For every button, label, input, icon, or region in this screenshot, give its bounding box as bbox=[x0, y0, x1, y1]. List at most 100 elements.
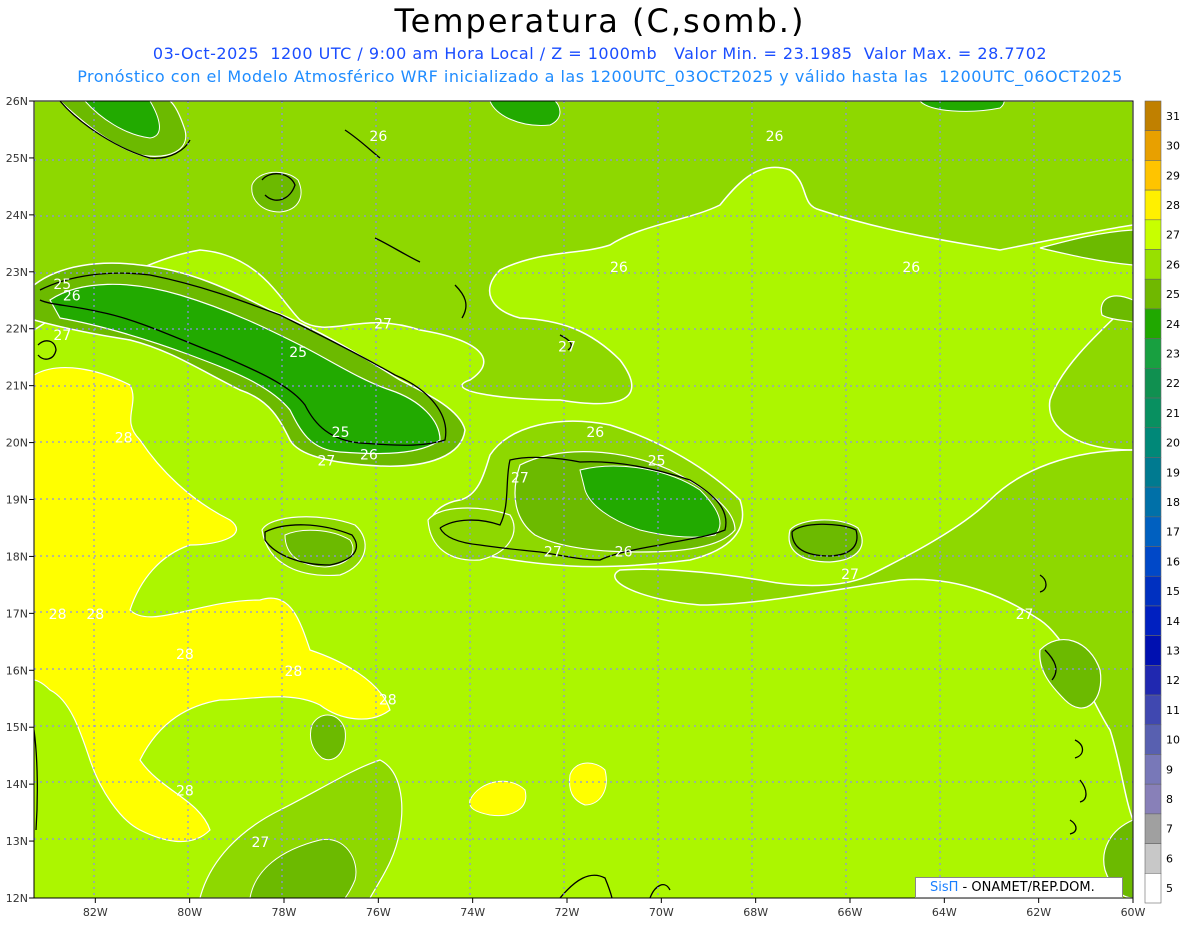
contour-label: 27 bbox=[1016, 607, 1034, 623]
colorbar-label: 21 bbox=[1166, 407, 1180, 420]
colorbar-label: 26 bbox=[1166, 258, 1180, 271]
contour-label: 27 bbox=[251, 835, 269, 851]
contour-label: 26 bbox=[586, 425, 604, 441]
contour-label: 26 bbox=[63, 288, 81, 304]
colorbar-label: 12 bbox=[1166, 674, 1180, 687]
lon-tick-label: 78W bbox=[272, 906, 297, 919]
credit-box: SisΠ - ONAMET/REP.DOM. bbox=[915, 877, 1123, 898]
colorbar-label: 27 bbox=[1166, 229, 1180, 242]
contour-label: 26 bbox=[360, 448, 378, 464]
lat-tick-label: 14N bbox=[6, 778, 28, 791]
colorbar-swatch bbox=[1144, 575, 1162, 607]
colorbar-swatch bbox=[1144, 427, 1162, 458]
lon-tick-label: 60W bbox=[1121, 906, 1146, 919]
colorbar-swatch bbox=[1144, 872, 1162, 904]
contour-label: 25 bbox=[648, 453, 666, 469]
colorbar-label: 25 bbox=[1166, 288, 1180, 301]
lat-tick-label: 19N bbox=[6, 494, 28, 507]
contour-label: 27 bbox=[544, 544, 562, 560]
contour-label: 27 bbox=[374, 317, 392, 333]
colorbar-label: 30 bbox=[1166, 140, 1180, 153]
colorbar-swatch bbox=[1144, 249, 1162, 280]
credit-text: - ONAMET/REP.DOM. bbox=[958, 880, 1095, 895]
lon-tick-label: 82W bbox=[83, 906, 108, 919]
lat-tick-label: 15N bbox=[6, 721, 28, 734]
lat-tick-label: 24N bbox=[6, 209, 28, 222]
lat-tick-label: 25N bbox=[6, 152, 28, 165]
colorbar-swatch bbox=[1144, 754, 1162, 785]
lat-tick-label: 12N bbox=[6, 892, 28, 905]
contour-label: 27 bbox=[841, 567, 859, 583]
contour-label: 28 bbox=[86, 607, 104, 623]
contour-label: 26 bbox=[615, 544, 633, 560]
colorbar-label: 29 bbox=[1166, 169, 1180, 182]
page-title: Temperatura (C,somb.) bbox=[394, 2, 806, 40]
colorbar-swatch bbox=[1144, 160, 1162, 191]
contour-label: 28 bbox=[285, 664, 303, 680]
colorbar-swatch bbox=[1144, 130, 1162, 161]
lon-tick-label: 72W bbox=[555, 906, 580, 919]
colorbar-label: 28 bbox=[1166, 199, 1180, 212]
colorbar-label: 7 bbox=[1166, 823, 1173, 836]
colorbar-swatch bbox=[1144, 546, 1162, 577]
colorbar-label: 16 bbox=[1166, 555, 1180, 568]
lon-tick-label: 66W bbox=[838, 906, 863, 919]
contour-label: 26 bbox=[902, 260, 920, 276]
colorbar-label: 23 bbox=[1166, 347, 1180, 360]
colorbar-swatch bbox=[1144, 368, 1162, 399]
colorbar-label: 20 bbox=[1166, 437, 1180, 450]
lat-tick-label: 26N bbox=[6, 95, 28, 108]
colorbar-swatch bbox=[1144, 486, 1162, 518]
lon-tick-label: 64W bbox=[932, 906, 957, 919]
lon-tick-label: 74W bbox=[460, 906, 485, 919]
colorbar-label: 10 bbox=[1166, 734, 1180, 747]
colorbar-label: 18 bbox=[1166, 496, 1180, 509]
contour-label: 28 bbox=[176, 647, 194, 663]
colorbar-label: 31 bbox=[1166, 110, 1180, 123]
contour-label: 28 bbox=[176, 784, 194, 800]
colorbar-swatch bbox=[1144, 783, 1162, 815]
latitude-axis: 26N 25N 24N 23N 22N 21N 20N 19N 18N 17N 16N 15N 14N 1… bbox=[6, 95, 34, 905]
colorbar-label: 17 bbox=[1166, 526, 1180, 539]
colorbar-swatch bbox=[1144, 278, 1162, 310]
colorbar-label: 13 bbox=[1166, 645, 1180, 658]
contour-label: 27 bbox=[53, 328, 71, 344]
colorbar-label: 6 bbox=[1166, 852, 1173, 865]
colorbar-label: 14 bbox=[1166, 615, 1180, 628]
colorbar-label: 5 bbox=[1166, 882, 1173, 895]
colorbar-swatch bbox=[1144, 813, 1162, 844]
colorbar-label: 9 bbox=[1166, 763, 1173, 776]
lon-tick-label: 70W bbox=[649, 906, 674, 919]
lat-tick-label: 16N bbox=[6, 664, 28, 677]
colorbar-label: 19 bbox=[1166, 466, 1180, 479]
colorbar-swatch bbox=[1144, 100, 1162, 132]
colorbar-swatch bbox=[1144, 219, 1162, 250]
colorbar-swatch bbox=[1144, 665, 1162, 696]
lon-tick-label: 68W bbox=[743, 906, 768, 919]
colorbar-swatch bbox=[1144, 724, 1162, 755]
colorbar-swatch bbox=[1144, 516, 1162, 547]
contour-label: 25 bbox=[289, 345, 307, 361]
lat-tick-label: 23N bbox=[6, 266, 28, 279]
subtitle-model-info: Pronóstico con el Modelo Atmosférico WRF… bbox=[77, 67, 1123, 86]
colorbar-swatch bbox=[1144, 189, 1162, 221]
colorbar-swatch bbox=[1144, 635, 1162, 666]
temperature-map: 26 26 26 26 25 26 27 27 25 27 25 26 27 28 26 25 27 27 26 27… bbox=[6, 95, 1180, 919]
contour-label: 25 bbox=[332, 425, 350, 441]
contour-label: 26 bbox=[766, 129, 784, 145]
contour-label: 28 bbox=[115, 431, 133, 447]
lat-tick-label: 20N bbox=[6, 437, 28, 450]
subtitle-valid-time: 03-Oct-2025 1200 UTC / 9:00 am Hora Loca… bbox=[152, 44, 1048, 63]
lon-tick-label: 62W bbox=[1026, 906, 1051, 919]
lat-tick-label: 13N bbox=[6, 835, 28, 848]
contour-label: 28 bbox=[49, 607, 67, 623]
contour-label: 28 bbox=[379, 692, 397, 708]
lon-tick-label: 76W bbox=[366, 906, 391, 919]
colorbar-swatch bbox=[1144, 843, 1162, 874]
lat-tick-label: 17N bbox=[6, 607, 28, 620]
colorbar-label: 22 bbox=[1166, 377, 1180, 390]
colorbar-swatch bbox=[1144, 338, 1162, 369]
contour-label: 26 bbox=[610, 260, 628, 276]
contour-label: 27 bbox=[558, 339, 576, 355]
colorbar-label: 11 bbox=[1166, 704, 1180, 717]
